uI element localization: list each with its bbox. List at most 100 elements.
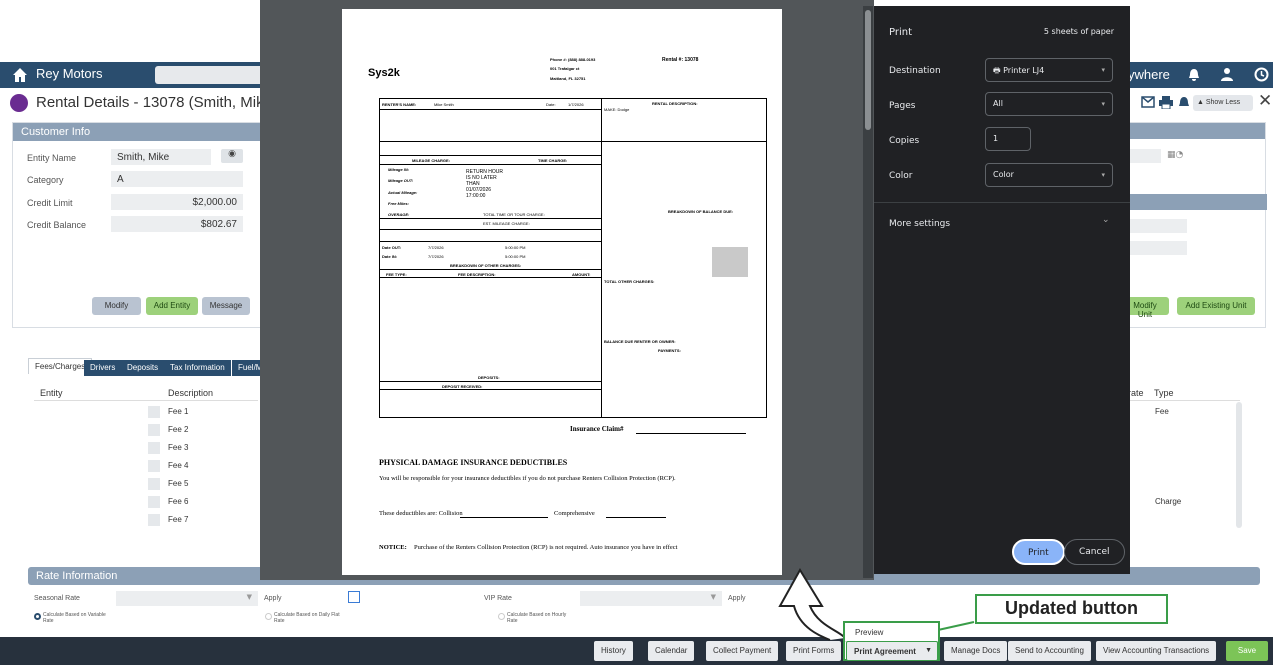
col-description[interactable]: Description: [168, 388, 213, 398]
show-less-button[interactable]: ▲ Show Less: [1193, 95, 1253, 111]
doc-time-charge: TIME CHARGE:: [538, 158, 568, 163]
right-date-field[interactable]: [1129, 149, 1161, 163]
chevron-down-icon: ▼: [710, 593, 716, 601]
history-button[interactable]: History: [594, 641, 633, 661]
category-field[interactable]: A: [111, 171, 243, 187]
chevron-down-icon: ▾: [1101, 100, 1105, 108]
clock-icon[interactable]: [1254, 67, 1269, 82]
pages-select[interactable]: All ▾: [985, 92, 1113, 116]
calc-hourly-radio[interactable]: [498, 613, 505, 620]
doc-renter-name: Mike Smith: [434, 102, 454, 107]
type-cell: Fee: [1155, 407, 1169, 416]
view-accounting-transactions-button[interactable]: View Accounting Transactions: [1096, 641, 1217, 661]
col-type[interactable]: Type: [1154, 388, 1174, 398]
chevron-down-icon: ▾: [1101, 171, 1105, 179]
user-icon[interactable]: [1220, 67, 1234, 82]
print-button[interactable]: Print: [1012, 539, 1065, 565]
table-row[interactable]: Fee 2: [34, 421, 258, 439]
home-icon[interactable]: [12, 67, 28, 83]
doc-payments: PAYMENTS:: [658, 348, 681, 353]
doc-breakdown-other: BREAKDOWN OF OTHER CHARGES:: [450, 263, 522, 268]
preview-scrollbar[interactable]: [863, 6, 873, 578]
tab-deposits[interactable]: Deposits: [121, 360, 165, 376]
avatar: [10, 94, 28, 112]
table-row[interactable]: Fee 4: [34, 457, 258, 475]
table-row[interactable]: Fee 3: [34, 439, 258, 457]
show-less-label: Show Less: [1205, 99, 1241, 106]
doc-address2: Maitland, FL 32751: [550, 76, 586, 81]
calc-daily-radio[interactable]: [265, 613, 272, 620]
entity-name-label: Entity Name: [27, 153, 77, 163]
vip-rate-select[interactable]: ▼: [580, 591, 722, 606]
row-checkbox[interactable]: [148, 442, 160, 454]
destination-select[interactable]: 🖶 Printer LJ4 ▾: [985, 58, 1113, 82]
calendar-icon[interactable]: ▦◔: [1167, 150, 1183, 160]
print-title: Print: [889, 27, 913, 38]
doc-notice-text: Purchase of the Renters Collision Protec…: [414, 544, 678, 551]
bell-icon[interactable]: [1188, 68, 1200, 82]
bell-icon[interactable]: [1178, 96, 1190, 109]
apply-checkbox[interactable]: [348, 591, 360, 603]
doc-time-in: 5:00:00 PM: [505, 254, 526, 259]
add-entity-button[interactable]: Add Entity: [146, 297, 198, 315]
row-description: Fee 5: [168, 479, 189, 488]
calc-variable-radio[interactable]: [34, 613, 41, 620]
doc-deductibles: These deductibles are: Collision: [379, 510, 463, 517]
row-checkbox[interactable]: [148, 424, 160, 436]
message-button[interactable]: Message: [202, 297, 250, 315]
seasonal-rate-select[interactable]: ▼: [116, 591, 258, 606]
printer-icon[interactable]: [1159, 96, 1173, 109]
row-checkbox[interactable]: [148, 496, 160, 508]
right-panel: ▦◔ Modify Unit Add Existing Unit: [1121, 122, 1267, 328]
doc-mileage-in: Mileage IN:: [388, 167, 410, 172]
row-checkbox[interactable]: [148, 460, 160, 472]
doc-est-mileage: EST. MILEAGE CHARGE:: [483, 221, 530, 226]
calendar-button[interactable]: Calendar: [648, 641, 695, 661]
color-select[interactable]: Color ▾: [985, 163, 1113, 187]
doc-renter-label: RENTER'S NAME:: [382, 102, 417, 107]
tab-drivers[interactable]: Drivers: [84, 360, 122, 376]
print-forms-button[interactable]: Print Forms: [786, 641, 842, 661]
more-settings[interactable]: More settings: [889, 219, 950, 229]
cancel-button[interactable]: Cancel: [1064, 539, 1125, 565]
eye-icon[interactable]: ◉: [221, 149, 243, 163]
print-agreement-button-highlight[interactable]: Print Agreement ▼: [846, 641, 938, 661]
grid-scrollbar[interactable]: [1236, 402, 1242, 528]
printer-icon: 🖶: [993, 66, 1004, 75]
save-button[interactable]: Save: [1226, 641, 1268, 661]
manage-docs-button[interactable]: Manage Docs: [944, 641, 1008, 661]
col-rate[interactable]: rate: [1128, 388, 1144, 398]
doc-rental-no: Rental #: 13078: [662, 57, 699, 63]
add-existing-unit-button[interactable]: Add Existing Unit: [1177, 297, 1255, 315]
copies-input[interactable]: 1: [985, 127, 1031, 151]
right-field-2[interactable]: [1129, 241, 1187, 255]
preview-menu-item[interactable]: Preview: [845, 623, 938, 642]
tab-tax-information[interactable]: Tax Information: [164, 360, 231, 376]
table-row[interactable]: Fee 7: [34, 511, 258, 529]
table-row[interactable]: Fee 1: [34, 403, 258, 421]
color-label: Color: [889, 171, 913, 181]
tab-fees-charges[interactable]: Fees/Charges: [28, 358, 93, 374]
search-input[interactable]: [155, 66, 265, 84]
row-checkbox[interactable]: [148, 478, 160, 490]
right-field-1[interactable]: [1129, 219, 1187, 233]
app-bar-right-text: ywhere: [1128, 67, 1170, 82]
modify-button[interactable]: Modify: [92, 297, 141, 315]
table-row[interactable]: Fee 6: [34, 493, 258, 511]
collect-payment-button[interactable]: Collect Payment: [706, 641, 779, 661]
scrollbar-thumb[interactable]: [865, 10, 871, 130]
grid-header: Entity Description: [34, 383, 258, 401]
row-checkbox[interactable]: [148, 406, 160, 418]
row-description: Fee 3: [168, 443, 189, 452]
send-to-accounting-button[interactable]: Send to Accounting: [1008, 641, 1091, 661]
tab-fuel[interactable]: Fuel/M: [232, 360, 262, 376]
col-entity[interactable]: Entity: [40, 388, 63, 398]
email-icon[interactable]: [1141, 96, 1155, 108]
table-row[interactable]: Fee 5: [34, 475, 258, 493]
row-checkbox[interactable]: [148, 514, 160, 526]
entity-name-field[interactable]: Smith, Mike: [111, 149, 211, 165]
doc-date-out-label: Date OUT:: [382, 245, 402, 250]
chevron-down-icon[interactable]: ⌄: [1102, 215, 1110, 225]
print-agreement-label: Print Agreement: [854, 647, 916, 656]
close-icon[interactable]: ✕: [1258, 91, 1272, 111]
